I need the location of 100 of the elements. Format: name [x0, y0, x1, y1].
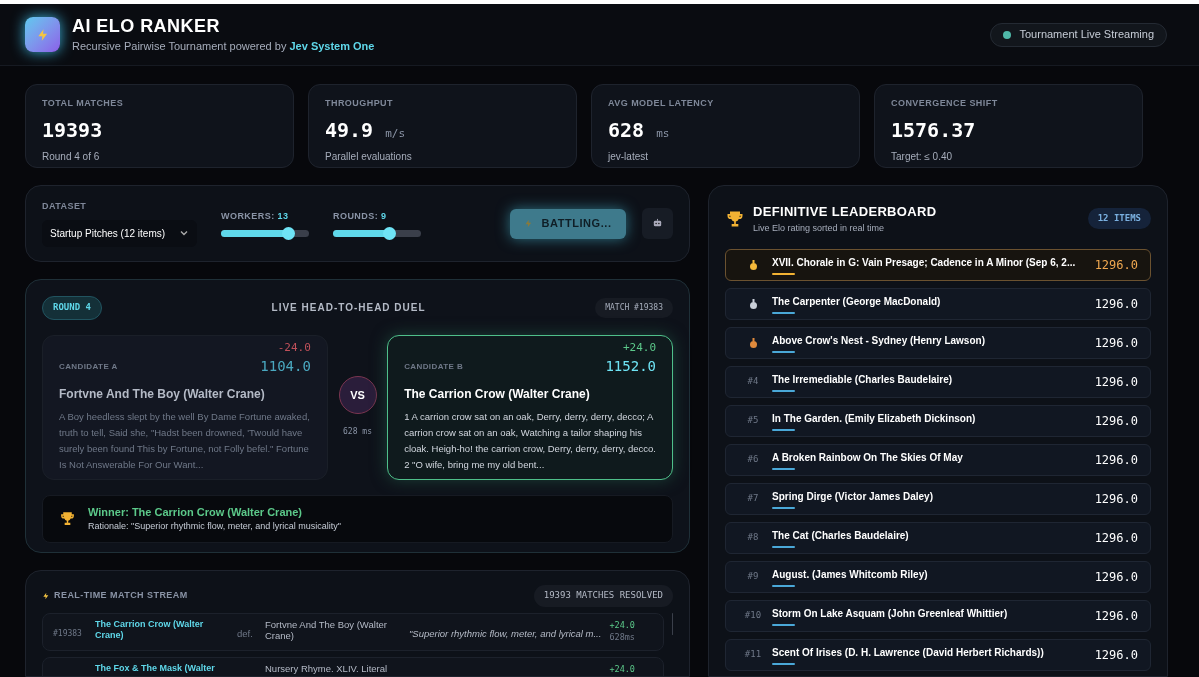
rank-number: #11: [744, 648, 762, 662]
winner-text: Winner: The Carrion Crow (Walter Crane): [88, 504, 303, 520]
elo-score: 1296.0: [1094, 413, 1138, 430]
stat-note: Target: ≤ 0.40: [891, 149, 954, 164]
slider-track[interactable]: [221, 229, 309, 237]
leaderboard-row[interactable]: #5 In The Garden. (Emily Elizabeth Dickinson) 1296.0: [725, 405, 1151, 437]
elo-score: 1296.0: [1094, 452, 1138, 469]
item-title: The Irremediable (Charles Baudelaire): [772, 373, 954, 387]
leaderboard-row[interactable]: #6 A Broken Rainbow On The Skies Of May 1296.0: [725, 444, 1151, 476]
rank-number: #4: [747, 375, 759, 389]
slider-label: WORKERS: 13: [221, 210, 290, 224]
leaderboard-row[interactable]: #9 August. (James Whitcomb Riley) 1296.0: [725, 561, 1151, 593]
elo-score: 1296.0: [1094, 296, 1138, 313]
leaderboard-row[interactable]: #7 Spring Dirge (Victor James Daley) 1296.0: [725, 483, 1151, 515]
item-title: Above Crow's Nest - Sydney (Henry Lawson): [772, 334, 986, 348]
match-latency: 628ms: [609, 631, 636, 644]
rating-delta: -24.0: [277, 339, 311, 356]
stat-label: AVG MODEL LATENCY: [608, 97, 715, 110]
match-rationale: "Superior rhythmic flow, meter, and lyrical m...: [409, 626, 602, 641]
elo-score: 1296.0: [1094, 257, 1138, 274]
duel-title: LIVE HEAD-TO-HEAD DUEL: [271, 301, 426, 316]
candidate-excerpt: 1 A carrion crow sat on an oak, Derry, derry, derry, decco; A carrion crow sat on an oak, Watching a tailor shaping his cloak. Heigh-ho! the carrion crow, Derry, derry, derry, decco. 2 "O wife, bring me my old bent...: [404, 410, 656, 472]
slider-track[interactable]: [333, 229, 421, 237]
match-badge: MATCH #19383: [595, 297, 673, 318]
item-title: Scent Of Irises (D. H. Lawrence (David Herbert Richards)): [772, 646, 1045, 660]
matches-count-badge: 19393 MATCHES RESOLVED: [533, 585, 673, 607]
stat-label: TOTAL MATCHES: [42, 97, 125, 110]
stat-value: 19393: [42, 116, 103, 144]
trophy-icon: [59, 510, 76, 527]
item-title: In The Garden. (Emily Elizabeth Dickinson): [772, 412, 977, 426]
stream-title: REAL-TIME MATCH STREAM: [54, 589, 188, 602]
candidate-title: The Carrion Crow (Walter Crane): [404, 386, 591, 403]
rank-number: #10: [744, 609, 762, 623]
stat-value: 628: [608, 116, 645, 144]
candidate-excerpt: A Boy heedless slept by the well By Dame Fortune awaked, truth to tell, Said she, "Hadst been drowned, 'Twould have surely been found This by Fortune, not Folly befel." Fortune Is Not Answerable For Our Want...: [59, 410, 311, 472]
stat-unit: ms: [656, 125, 670, 142]
candidate-label: CANDIDATE A: [59, 360, 118, 373]
rank-number: #7: [747, 492, 759, 506]
item-title: Storm On Lake Asquam (John Greenleaf Whittier): [772, 607, 1009, 621]
leaderboard-row[interactable]: #10 Storm On Lake Asquam (John Greenleaf Whittier) 1296.0: [725, 600, 1151, 632]
def-text: def.: [237, 626, 254, 641]
elo-score: 1296.0: [1094, 374, 1138, 391]
item-title: A Broken Rainbow On The Skies Of May: [772, 451, 964, 465]
stat-note: Parallel evaluations: [325, 149, 413, 164]
elo-score: 1296.0: [1094, 569, 1138, 586]
robot-icon: [652, 218, 663, 229]
status-text: Tournament Live Streaming: [1019, 27, 1154, 43]
leaderboard-title: DEFINITIVE LEADERBOARD: [753, 203, 937, 221]
lightning-icon: [524, 219, 534, 228]
leaderboard-subtitle: Live Elo rating sorted in real time: [753, 221, 886, 235]
candidate-label: CANDIDATE B: [404, 360, 464, 373]
dataset-label: DATASET: [42, 200, 88, 214]
rank-number: #8: [747, 531, 759, 545]
winner-name: The Carrion Crow (Walter Crane): [95, 618, 205, 641]
candidate-rating: 1152.0: [605, 357, 656, 376]
stat-note: Round 4 of 6: [42, 149, 101, 164]
leaderboard-row[interactable]: Above Crow's Nest - Sydney (Henry Lawson) 1296.0: [725, 327, 1151, 359]
latency-text: 628 ms: [343, 426, 372, 438]
rating-delta: +24.0: [622, 339, 656, 356]
battling-button[interactable]: BATTLING...: [510, 208, 626, 239]
candidate-title: Fortvne And The Boy (Walter Crane): [59, 386, 266, 403]
leaderboard-row[interactable]: #8 The Cat (Charles Baudelaire) 1296.0: [725, 522, 1151, 554]
items-count-badge: 12 ITEMS: [1087, 207, 1151, 230]
app-title: AI ELO RANKER: [72, 15, 221, 38]
leaderboard-row[interactable]: #4 The Irremediable (Charles Baudelaire) 1296.0: [725, 366, 1151, 398]
leaderboard-row[interactable]: XVII. Chorale in G: Vain Presage; Cadence in A Minor (Sep 6, 2... 1296.0: [725, 249, 1151, 281]
winner-name: The Fox & The Mask (Walter: [95, 662, 216, 674]
item-title: The Cat (Charles Baudelaire): [772, 529, 910, 543]
elo-score: 1296.0: [1094, 608, 1138, 625]
stat-unit: m/s: [385, 125, 406, 142]
elo-score: 1296.0: [1094, 530, 1138, 547]
stat-label: CONVERGENCE SHIFT: [891, 97, 999, 110]
elo-score: 1296.0: [1094, 491, 1138, 508]
candidate-rating: 1104.0: [260, 357, 311, 376]
leaderboard-row[interactable]: #11 Scent Of Irises (D. H. Lawrence (David Herbert Richards)) 1296.0: [725, 639, 1151, 671]
match-row[interactable]: The Fox & The Mask (Walter Nursery Rhyme. XLIV. Literal +24.0: [42, 656, 665, 676]
round-badge: ROUND 4: [42, 296, 102, 320]
robot-button[interactable]: [642, 208, 673, 239]
dataset-select[interactable]: Startup Pitches (12 items): [42, 219, 197, 247]
elo-score: 1296.0: [1094, 647, 1138, 664]
slider-thumb[interactable]: [383, 226, 397, 240]
rank-number: #6: [747, 453, 759, 467]
rationale-text: Rationale: "Superior rhythmic flow, meter, and lyrical musicality": [88, 520, 341, 533]
app-subtitle: Recursive Pairwise Tournament powered by Jev System One: [72, 38, 375, 54]
stat-note: jev-latest: [608, 149, 649, 164]
match-delta: +24.0: [609, 618, 636, 632]
slider-label: ROUNDS: 9: [333, 210, 388, 224]
match-row[interactable]: #19383 The Carrion Crow (Walter Crane) def. Fortvne And The Boy (Walter Crane) "Superior rhythmic flow, meter, and lyrical m... +24.0 628ms: [42, 612, 665, 651]
leaderboard-row[interactable]: The Carpenter (George MacDonald) 1296.0: [725, 288, 1151, 320]
vs-badge: VS: [338, 376, 377, 414]
loser-name: Fortvne And The Boy (Walter Crane): [265, 618, 388, 643]
elo-score: 1296.0: [1094, 335, 1138, 352]
slider-thumb[interactable]: [281, 226, 295, 240]
rank-number: #9: [747, 570, 759, 584]
item-title: XVII. Chorale in G: Vain Presage; Cadence in A Minor (Sep 6, 2...: [772, 256, 1077, 270]
scrollbar[interactable]: [672, 612, 673, 635]
item-title: Spring Dirge (Victor James Daley): [772, 490, 934, 504]
match-id: #19383: [53, 628, 83, 640]
stat-label: THROUGHPUT: [325, 97, 394, 110]
rank-number: #5: [747, 414, 759, 428]
